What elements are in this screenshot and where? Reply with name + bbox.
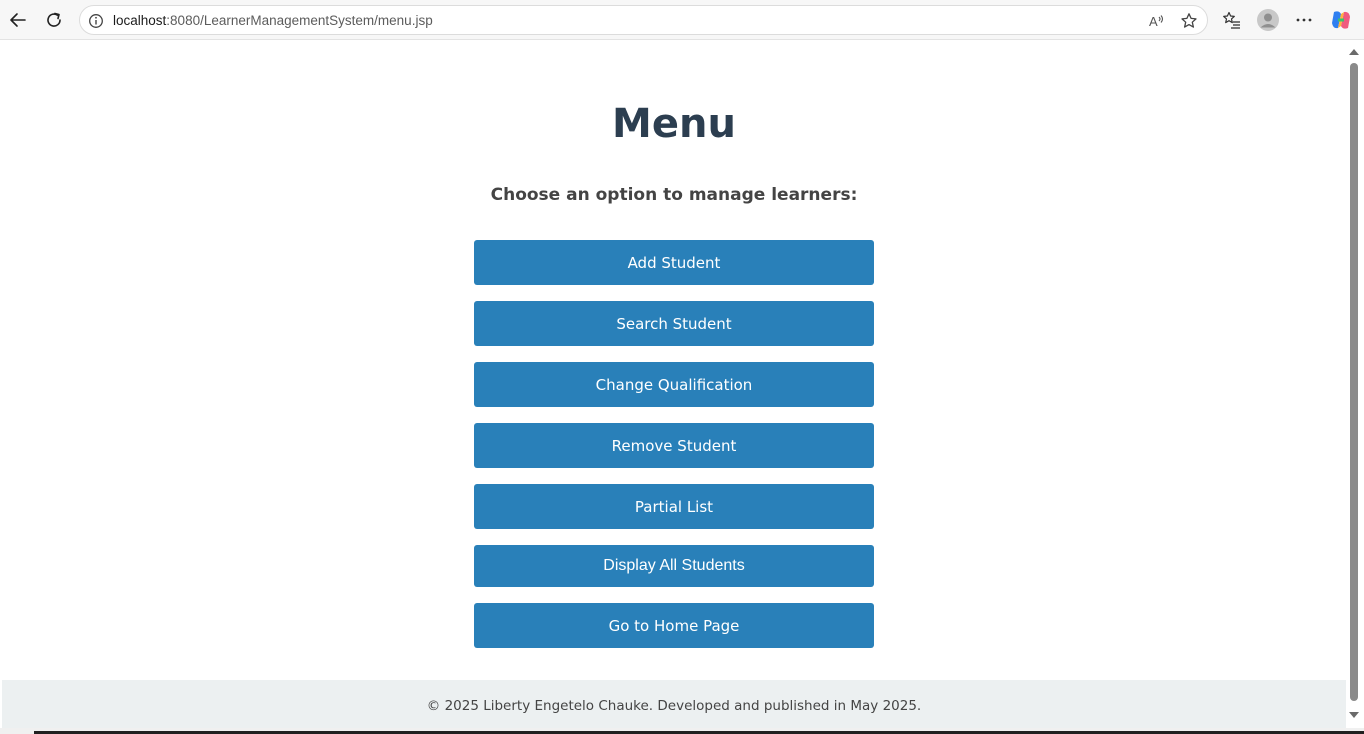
display-all-students-button[interactable]: Display All Students — [474, 545, 874, 587]
profile-avatar-icon[interactable] — [1256, 8, 1280, 32]
remove-student-button[interactable]: Remove Student — [474, 423, 874, 468]
footer-text: © 2025 Liberty Engetelo Chauke. Develope… — [426, 698, 922, 714]
scroll-up-arrow-icon[interactable] — [1349, 49, 1359, 55]
back-button[interactable] — [4, 6, 32, 34]
reload-button[interactable] — [40, 6, 68, 34]
url-path: :8080/LearnerManagementSystem/menu.jsp — [166, 13, 433, 28]
svg-text:A: A — [1149, 14, 1158, 29]
favorites-list-icon[interactable] — [1220, 8, 1244, 32]
arrow-left-icon — [10, 13, 26, 27]
partial-list-button[interactable]: Partial List — [474, 484, 874, 529]
address-bar[interactable]: localhost:8080/LearnerManagementSystem/m… — [79, 5, 1208, 35]
page-viewport: Menu Choose an option to manage learners… — [2, 41, 1346, 728]
scroll-thumb[interactable] — [1350, 63, 1358, 701]
change-qualification-button[interactable]: Change Qualification — [474, 362, 874, 407]
go-to-home-page-button[interactable]: Go to Home Page — [474, 603, 874, 648]
ellipsis-icon[interactable] — [1292, 8, 1316, 32]
star-icon[interactable] — [1179, 11, 1199, 31]
page-subtitle: Choose an option to manage learners: — [490, 185, 858, 205]
refresh-icon — [47, 12, 61, 27]
url-host: localhost — [113, 13, 167, 28]
vertical-scrollbar[interactable] — [1346, 41, 1364, 728]
add-student-button[interactable]: Add Student — [474, 240, 874, 285]
search-student-button[interactable]: Search Student — [474, 301, 874, 346]
page-title: Menu — [612, 101, 736, 147]
copilot-icon[interactable] — [1329, 8, 1353, 32]
info-icon[interactable] — [86, 11, 106, 31]
scroll-down-arrow-icon[interactable] — [1349, 712, 1359, 718]
url-text[interactable]: localhost:8080/LearnerManagementSystem/m… — [113, 13, 433, 28]
browser-toolbar: localhost:8080/LearnerManagementSystem/m… — [0, 0, 1364, 40]
read-aloud-icon[interactable]: A — [1147, 11, 1167, 31]
page-footer: © 2025 Liberty Engetelo Chauke. Develope… — [2, 680, 1346, 728]
